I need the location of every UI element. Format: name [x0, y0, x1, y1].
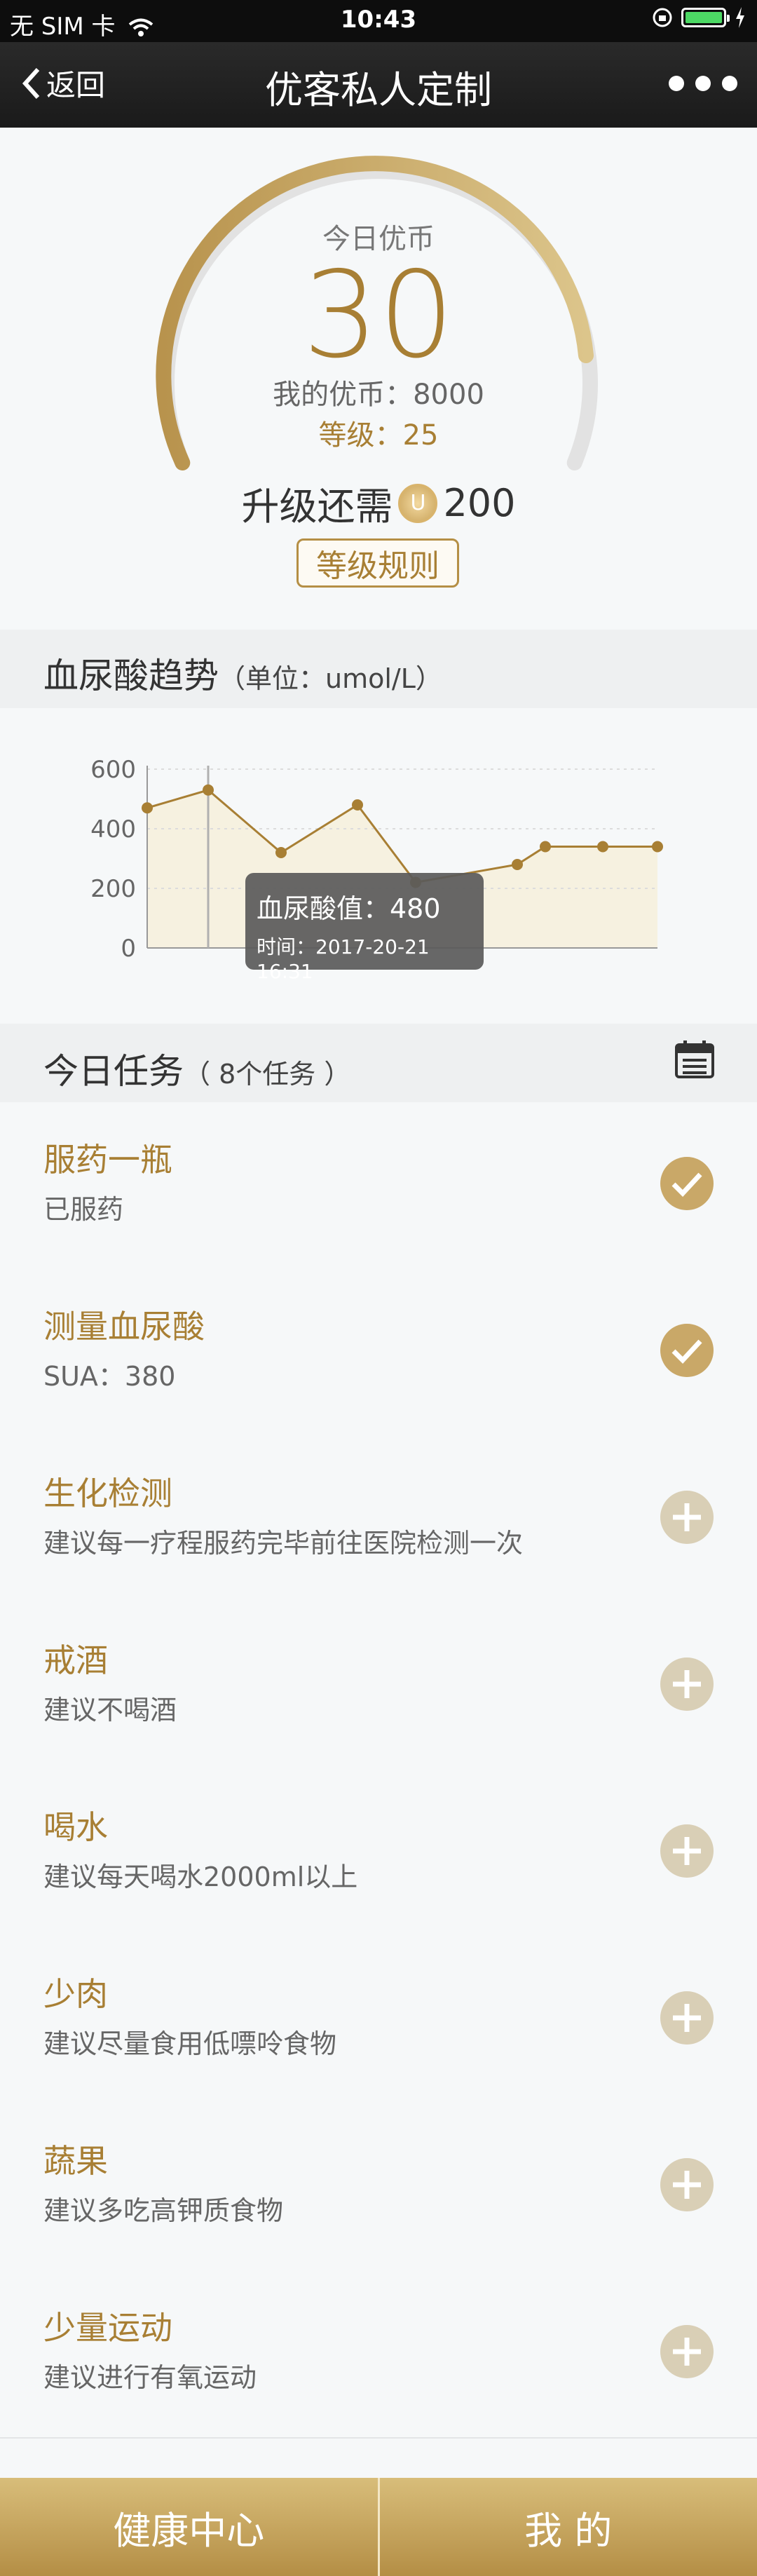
- data-point: [652, 841, 663, 853]
- tab-health-center[interactable]: 健康中心: [0, 2478, 378, 2576]
- tooltip-time: 时间：2017-20-21 16:31: [257, 935, 430, 983]
- task-name: 测量血尿酸: [43, 1308, 205, 1345]
- rotation-lock-icon: [653, 8, 672, 27]
- y-tick-label: 600: [90, 756, 136, 784]
- chart-tooltip: 血尿酸值：480 时间：2017-20-21 16:31: [245, 873, 484, 983]
- level: 等级：25: [318, 419, 439, 452]
- task-done-icon[interactable]: [660, 1157, 714, 1210]
- y-tick-label: 0: [121, 935, 136, 963]
- today-coins-value: 30: [302, 246, 455, 385]
- tooltip-value: 血尿酸值：480: [257, 893, 441, 924]
- task-add-icon[interactable]: [660, 2325, 714, 2378]
- tasks-title: 今日任务: [43, 1051, 184, 1092]
- task-name: 少量运动: [43, 2309, 172, 2347]
- trend-header: 血尿酸趋势（单位：umol/L）: [0, 630, 757, 708]
- task-name: 生化检测: [43, 1475, 172, 1512]
- my-coins: 我的优币：8000: [273, 379, 484, 411]
- uric-acid-chart[interactable]: 600 400 200 0 血尿酸值：480 时间：2017-20-21 16:31: [0, 708, 757, 1024]
- task-desc: 建议不喝酒: [43, 1695, 177, 1726]
- upgrade-amount: 200: [443, 481, 516, 525]
- task-name: 少肉: [43, 1975, 108, 2013]
- task-done-icon[interactable]: [660, 1324, 714, 1377]
- task-add-icon[interactable]: [660, 1991, 714, 2045]
- task-item[interactable]: 蔬果 建议多吃高钾质食物: [0, 2103, 757, 2272]
- nav-bar: 返回 优客私人定制: [0, 42, 757, 128]
- more-button[interactable]: [669, 76, 737, 91]
- task-add-icon[interactable]: [660, 2158, 714, 2211]
- y-tick-label: 400: [90, 815, 136, 843]
- more-dot-icon: [669, 76, 684, 91]
- tab-bar: 健康中心 我 的: [0, 2478, 757, 2576]
- task-name: 服药一瓶: [43, 1141, 172, 1179]
- task-add-icon[interactable]: [660, 1824, 714, 1878]
- data-point: [275, 847, 287, 858]
- page-title: 优客私人定制: [265, 68, 492, 112]
- calendar-icon[interactable]: [674, 1039, 715, 1080]
- task-item[interactable]: 服药一瓶 已服药: [0, 1102, 757, 1270]
- upgrade-requirement: 升级还需 U 200: [0, 475, 757, 531]
- task-desc: SUA：380: [43, 1361, 176, 1392]
- task-name: 喝水: [43, 1808, 108, 1846]
- task-desc: 已服药: [43, 1194, 124, 1225]
- task-desc: 建议每一疗程服药完毕前往医院检测一次: [43, 1528, 524, 1559]
- task-add-icon[interactable]: [660, 1491, 714, 1544]
- trend-title: 血尿酸趋势: [43, 656, 219, 696]
- charging-icon: [736, 7, 744, 28]
- data-point: [512, 859, 523, 870]
- task-desc: 建议尽量食用低嘌呤食物: [43, 2028, 337, 2059]
- tab-mine[interactable]: 我 的: [380, 2478, 757, 2576]
- tasks-count: （ 8个任务 ）: [184, 1059, 351, 1090]
- battery-icon: [681, 8, 730, 27]
- coin-gauge: 今日优币 30 我的优币：8000 等级：25 升级还需 U 200 等级规则: [0, 128, 757, 630]
- status-bar: 无 SIM 卡 10:43: [0, 0, 757, 42]
- more-dot-icon: [722, 76, 737, 91]
- task-add-icon[interactable]: [660, 1658, 714, 1711]
- task-item[interactable]: 喝水 建议每天喝水2000ml以上: [0, 1770, 757, 1938]
- data-point: [597, 841, 608, 853]
- data-point: [203, 784, 214, 796]
- upgrade-prefix: 升级还需: [241, 484, 393, 529]
- task-item[interactable]: 少量运动 建议进行有氧运动: [0, 2270, 757, 2439]
- task-desc: 建议每天喝水2000ml以上: [43, 1862, 358, 1892]
- task-item[interactable]: 少肉 建议尽量食用低嘌呤食物: [0, 1937, 757, 2105]
- task-name: 戒酒: [43, 1641, 108, 1679]
- level-rules-button[interactable]: 等级规则: [296, 538, 459, 588]
- data-point: [142, 802, 153, 814]
- clock: 10:43: [340, 6, 417, 34]
- task-item[interactable]: 生化检测 建议每一疗程服药完毕前往医院检测一次: [0, 1436, 757, 1604]
- data-point: [352, 799, 363, 811]
- task-desc: 建议进行有氧运动: [43, 2362, 257, 2393]
- tasks-header: 今日任务（ 8个任务 ）: [0, 1024, 757, 1102]
- coin-icon: U: [398, 483, 438, 523]
- task-item[interactable]: 戒酒 建议不喝酒: [0, 1603, 757, 1771]
- data-point: [540, 841, 551, 853]
- trend-unit: （单位：umol/L）: [219, 663, 442, 694]
- task-name: 蔬果: [43, 2142, 108, 2180]
- task-item[interactable]: 测量血尿酸 SUA：380: [0, 1269, 757, 1437]
- y-tick-label: 200: [90, 875, 136, 903]
- task-desc: 建议多吃高钾质食物: [43, 2195, 284, 2226]
- more-dot-icon: [695, 76, 711, 91]
